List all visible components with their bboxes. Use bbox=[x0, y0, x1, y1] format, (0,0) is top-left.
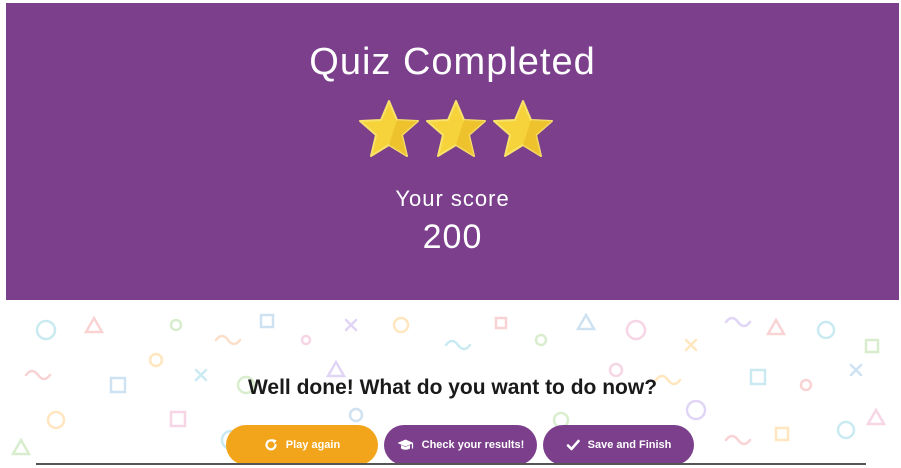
checkmark-icon bbox=[566, 439, 580, 451]
star-icon bbox=[493, 100, 553, 157]
play-again-label: Play again bbox=[285, 439, 341, 451]
save-and-finish-button[interactable]: Save and Finish bbox=[543, 425, 694, 465]
refresh-icon bbox=[265, 439, 277, 451]
save-and-finish-label: Save and Finish bbox=[587, 439, 672, 451]
star-icon bbox=[359, 100, 419, 157]
divider bbox=[36, 463, 866, 465]
score-label: Your score bbox=[395, 186, 510, 211]
check-results-label: Check your results! bbox=[421, 439, 525, 451]
graduation-cap-icon bbox=[397, 439, 414, 450]
star-icon bbox=[426, 100, 486, 157]
check-results-button[interactable]: Check your results! bbox=[384, 425, 537, 465]
quiz-results-screen: Quiz Completed Your score 200 Well done!… bbox=[6, 3, 899, 465]
play-again-button[interactable]: Play again bbox=[226, 425, 378, 465]
page-title: Quiz Completed bbox=[309, 41, 596, 83]
next-step-prompt: Well done! What do you want to do now? bbox=[247, 376, 658, 399]
score-value: 200 bbox=[422, 218, 483, 256]
star-rating bbox=[356, 97, 556, 167]
results-header: Quiz Completed Your score 200 bbox=[6, 3, 899, 300]
